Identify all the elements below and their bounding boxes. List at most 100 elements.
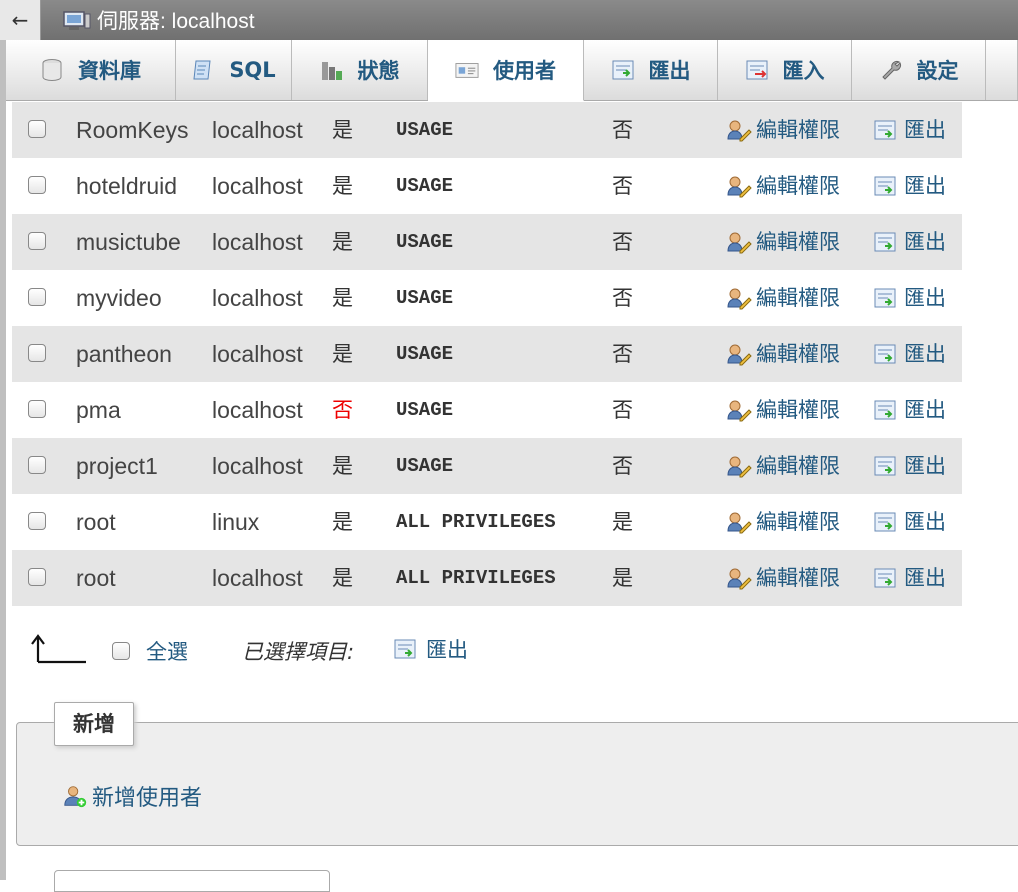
tab-sql[interactable]: SQL [176, 40, 292, 100]
host-name: localhost [212, 565, 303, 591]
tab-databases[interactable]: 資料庫 [6, 40, 176, 100]
edit-privileges-link[interactable]: 編輯權限 [726, 102, 840, 158]
tab-import[interactable]: 匯入 [718, 40, 852, 100]
add-user-link[interactable]: 新增使用者 [62, 780, 202, 812]
table-row: pantheon localhost 是 USAGE 否 編輯權限 匯出 [12, 326, 962, 382]
edit-privileges-link[interactable]: 編輯權限 [726, 494, 840, 550]
status-chart-icon [320, 58, 344, 82]
check-all-checkbox[interactable] [112, 642, 130, 660]
selected-export-button[interactable]: 匯出 [392, 634, 468, 664]
edit-privileges-label: 編輯權限 [756, 398, 840, 422]
row-checkbox[interactable] [28, 288, 46, 306]
row-checkbox[interactable] [28, 512, 46, 530]
server-icon [63, 9, 93, 31]
row-checkbox[interactable] [28, 400, 46, 418]
global-privileges: ALL PRIVILEGES [396, 567, 556, 589]
edit-privileges-link[interactable]: 編輯權限 [726, 214, 840, 270]
export-icon [872, 509, 898, 535]
global-privileges: ALL PRIVILEGES [396, 511, 556, 533]
next-section-box [54, 870, 330, 892]
row-checkbox[interactable] [28, 344, 46, 362]
edit-privileges-label: 編輯權限 [756, 342, 840, 366]
export-label: 匯出 [904, 510, 946, 534]
password-status: 是 [332, 118, 353, 142]
export-user-link[interactable]: 匯出 [872, 214, 946, 270]
grant-status: 否 [612, 454, 633, 478]
row-checkbox[interactable] [28, 456, 46, 474]
edit-privileges-link[interactable]: 編輯權限 [726, 382, 840, 438]
user-name: root [76, 509, 116, 535]
edit-user-icon [726, 341, 752, 367]
edit-privileges-link[interactable]: 編輯權限 [726, 438, 840, 494]
bulk-actions-bar: 全選 已選擇項目: 匯出 [30, 628, 730, 672]
with-selected-label: 已選擇項目: [242, 640, 355, 664]
tab-status[interactable]: 狀態 [292, 40, 428, 100]
tab-export[interactable]: 匯出 [584, 40, 718, 100]
user-name: myvideo [76, 285, 162, 311]
tab-label: 資料庫 [78, 59, 141, 83]
row-checkbox[interactable] [28, 568, 46, 586]
table-row: project1 localhost 是 USAGE 否 編輯權限 匯出 [12, 438, 962, 494]
edit-user-icon [726, 565, 752, 591]
password-status: 是 [332, 566, 353, 590]
back-arrow-icon[interactable]: ← [0, 0, 41, 40]
export-label: 匯出 [904, 398, 946, 422]
edit-user-icon [726, 509, 752, 535]
tab-more[interactable] [986, 40, 1018, 100]
host-name: localhost [212, 285, 303, 311]
user-name: pantheon [76, 341, 172, 367]
edit-privileges-label: 編輯權限 [756, 454, 840, 478]
export-user-link[interactable]: 匯出 [872, 326, 946, 382]
wrench-icon [879, 58, 903, 82]
host-name: localhost [212, 173, 303, 199]
user-name: root [76, 565, 116, 591]
database-icon [40, 58, 64, 82]
table-row: root linux 是 ALL PRIVILEGES 是 編輯權限 匯出 [12, 494, 962, 550]
row-checkbox[interactable] [28, 120, 46, 138]
export-label: 匯出 [904, 230, 946, 254]
user-name: pma [76, 397, 121, 423]
export-icon [872, 173, 898, 199]
export-user-link[interactable]: 匯出 [872, 270, 946, 326]
export-label: 匯出 [904, 286, 946, 310]
edit-privileges-link[interactable]: 編輯權限 [726, 270, 840, 326]
password-status: 是 [332, 230, 353, 254]
selected-export-label: 匯出 [426, 638, 468, 662]
host-name: localhost [212, 453, 303, 479]
edit-privileges-link[interactable]: 編輯權限 [726, 550, 840, 606]
edit-privileges-label: 編輯權限 [756, 174, 840, 198]
export-user-link[interactable]: 匯出 [872, 382, 946, 438]
tab-users[interactable]: 使用者 [428, 40, 584, 101]
left-border [0, 40, 6, 880]
export-icon [872, 117, 898, 143]
export-user-link[interactable]: 匯出 [872, 158, 946, 214]
edit-privileges-label: 編輯權限 [756, 230, 840, 254]
export-user-link[interactable]: 匯出 [872, 550, 946, 606]
row-checkbox[interactable] [28, 232, 46, 250]
check-all-link[interactable]: 全選 [146, 636, 188, 666]
edit-privileges-link[interactable]: 編輯權限 [726, 158, 840, 214]
export-icon [872, 341, 898, 367]
user-name: RoomKeys [76, 117, 189, 143]
tab-label: 匯入 [782, 59, 825, 83]
password-status: 是 [332, 174, 353, 198]
main-tab-bar: 資料庫 SQL 狀態 使用者 匯出 匯入 設定 [6, 40, 1018, 101]
export-user-link[interactable]: 匯出 [872, 494, 946, 550]
edit-user-icon [726, 285, 752, 311]
export-user-link[interactable]: 匯出 [872, 438, 946, 494]
export-label: 匯出 [904, 174, 946, 198]
edit-privileges-label: 編輯權限 [756, 566, 840, 590]
import-icon [745, 58, 769, 82]
edit-privileges-link[interactable]: 編輯權限 [726, 326, 840, 382]
row-checkbox[interactable] [28, 176, 46, 194]
user-accounts-table: RoomKeys localhost 是 USAGE 否編輯權限 匯出 hoteldruid… [12, 102, 962, 606]
edit-privileges-label: 編輯權限 [756, 510, 840, 534]
tab-settings[interactable]: 設定 [852, 40, 986, 100]
grant-status: 是 [612, 566, 633, 590]
edit-user-icon [726, 117, 752, 143]
export-user-link[interactable]: 匯出 [872, 102, 946, 158]
export-icon [872, 453, 898, 479]
sql-icon [191, 58, 215, 82]
password-status: 是 [332, 286, 353, 310]
server-title[interactable]: 伺服器: localhost [97, 5, 255, 35]
